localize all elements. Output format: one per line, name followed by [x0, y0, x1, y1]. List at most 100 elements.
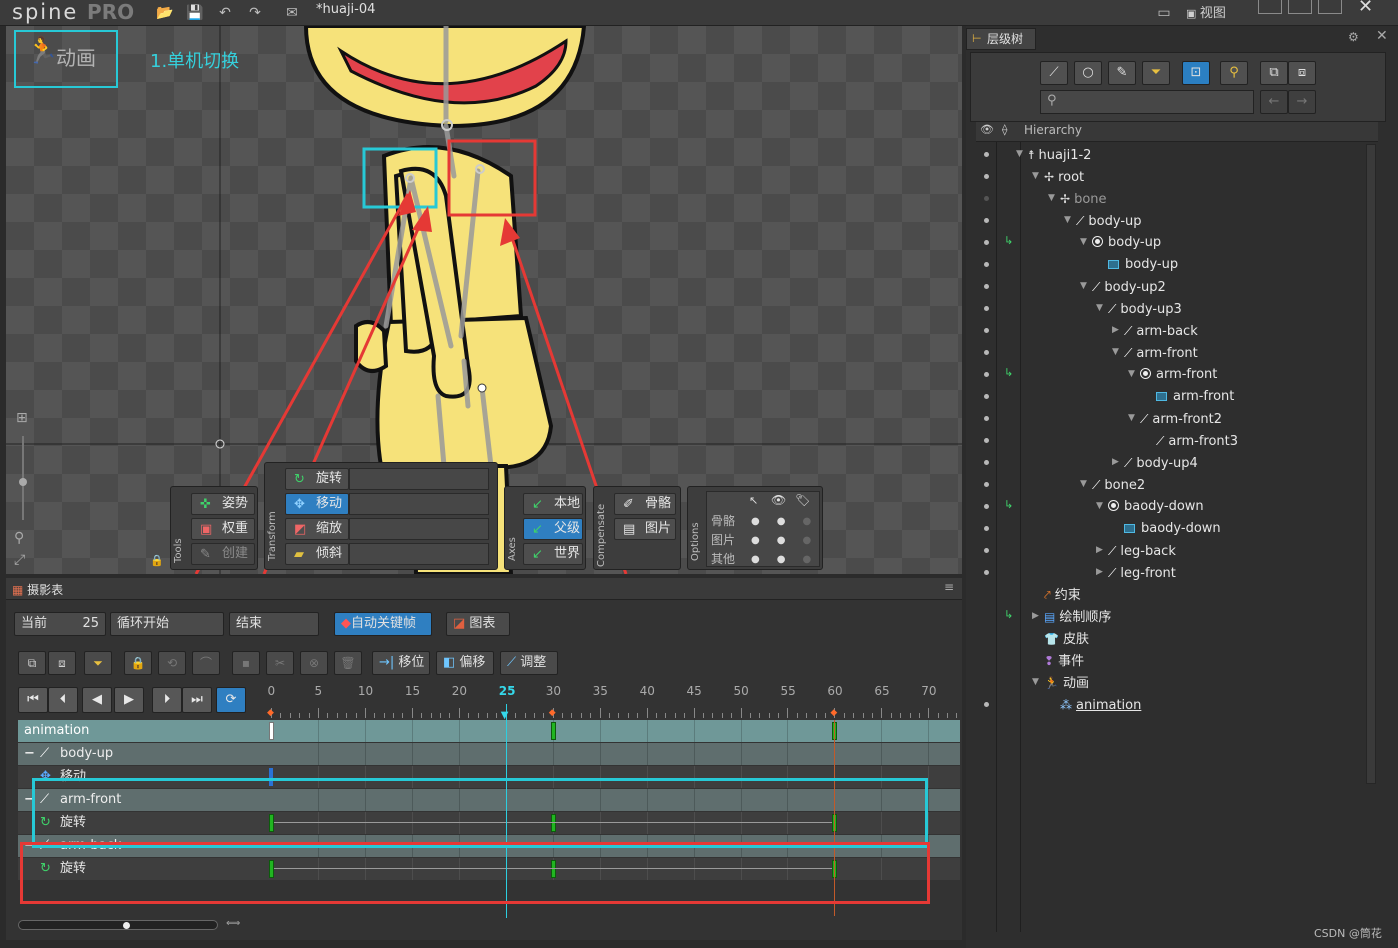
collapse-icon[interactable]: −	[24, 743, 35, 764]
tree-item[interactable]: 🏃 动画	[1044, 672, 1089, 694]
current-frame-marker[interactable]: ▼	[501, 710, 509, 721]
offset-button[interactable]: →| 移位	[372, 651, 430, 675]
tree-item[interactable]: 👕 皮肤	[1044, 628, 1089, 650]
tree-scrollbar[interactable]	[1366, 144, 1376, 784]
mail-icon[interactable]: ✉	[282, 3, 302, 23]
tree-item[interactable]: body-up	[1092, 232, 1161, 254]
expand-arrow-icon[interactable]: ▼	[1032, 171, 1039, 181]
view-menu[interactable]: ▣ 视图	[1186, 2, 1226, 21]
visibility-dot[interactable]	[984, 350, 989, 355]
tree-find-icon[interactable]: ⚲	[1220, 61, 1248, 85]
paste-icon[interactable]: ⧈	[48, 651, 76, 675]
clear-icon[interactable]: ⊗	[300, 651, 328, 675]
tree-item[interactable]: ✢ root	[1044, 166, 1084, 188]
visibility-dot[interactable]	[984, 526, 989, 531]
tree-item[interactable]: ✢ bone	[1060, 188, 1107, 210]
end-frame-control[interactable]: 结束	[229, 612, 319, 636]
create-button[interactable]: ✎ 创建	[191, 543, 255, 565]
tree-item[interactable]: ⟋ body-up	[1076, 210, 1142, 232]
close-icon[interactable]: ✕	[1358, 0, 1373, 17]
expand-arrow-icon[interactable]: ▼	[1032, 677, 1039, 687]
tree-next-icon[interactable]: →	[1288, 90, 1316, 114]
loop-playback-icon[interactable]: ⟳	[216, 687, 246, 713]
next-frame-icon[interactable]: ⏵	[152, 687, 182, 713]
minimize-button[interactable]	[1258, 0, 1282, 14]
lock-icon[interactable]: 🔒	[150, 554, 164, 567]
axes-world-button[interactable]: ↙ 世界	[523, 543, 583, 565]
keyframe[interactable]	[550, 722, 556, 740]
tree-item[interactable]: baody-down	[1124, 518, 1221, 540]
fit-view-icon[interactable]: ⤢	[14, 552, 25, 568]
expand-arrow-icon[interactable]: ▼	[1016, 149, 1023, 159]
visibility-dot[interactable]	[984, 702, 989, 707]
previous-frame-icon[interactable]: ⏴	[48, 687, 78, 713]
tree-item[interactable]: ⟋ leg-back	[1108, 540, 1176, 562]
tree-filter-slots-icon[interactable]: ○	[1074, 61, 1102, 85]
curve-icon[interactable]: ⌒	[192, 651, 220, 675]
timeline-animation-row[interactable]: animation	[18, 720, 960, 742]
key-indicator-icon[interactable]: ↳	[1004, 366, 1013, 379]
save-icon[interactable]: 💾	[185, 3, 205, 23]
dopesheet-tab[interactable]: ▦ 摄影表	[12, 581, 63, 598]
visibility-dot[interactable]	[984, 460, 989, 465]
collapsed-arrow-icon[interactable]: ▶	[1112, 325, 1119, 335]
tree-item[interactable]: ☨ huaji1-2	[1028, 144, 1091, 166]
collapsed-arrow-icon[interactable]: ▶	[1032, 611, 1039, 621]
key-indicator-icon[interactable]: ↳	[1004, 608, 1013, 621]
adjust-button[interactable]: ⟋ 调整	[500, 651, 558, 675]
visibility-dot[interactable]	[984, 416, 989, 421]
tree-settings-icon[interactable]: ⚙	[1348, 30, 1359, 44]
play-icon[interactable]: ▶	[114, 687, 144, 713]
loop-icon[interactable]: ⟲	[158, 651, 186, 675]
play-reverse-icon[interactable]: ◀	[82, 687, 112, 713]
delete-icon[interactable]: 🗑	[334, 651, 362, 675]
current-frame-value[interactable]: 25	[82, 613, 99, 635]
tree-item[interactable]: ⟋ body-up4	[1124, 452, 1198, 474]
redo-icon[interactable]: ↷	[245, 3, 265, 23]
visibility-dot[interactable]	[984, 152, 989, 157]
visibility-dot[interactable]	[984, 482, 989, 487]
visibility-dot[interactable]	[984, 328, 989, 333]
undo-icon[interactable]: ↶	[215, 3, 235, 23]
jump-end-icon[interactable]: ⏭	[182, 687, 212, 713]
visibility-dot[interactable]	[984, 284, 989, 289]
tree-focus-icon[interactable]: ⊡	[1182, 61, 1210, 85]
tree-prev-icon[interactable]: ←	[1260, 90, 1288, 114]
expand-arrow-icon[interactable]: ▼	[1112, 347, 1119, 357]
tree-item[interactable]: ⟋ arm-back	[1124, 320, 1198, 342]
scale-value-field[interactable]	[349, 518, 489, 540]
expand-arrow-icon[interactable]: ▼	[1080, 237, 1087, 247]
restore-button[interactable]	[1288, 0, 1312, 14]
tree-item[interactable]: ⟋ body-up3	[1108, 298, 1182, 320]
visibility-dot[interactable]	[984, 240, 989, 245]
key-copy-icon[interactable]: ▪	[232, 651, 260, 675]
shear-value-field[interactable]	[349, 543, 489, 565]
tree-item[interactable]: ⁂ animation	[1060, 694, 1141, 716]
visibility-dot[interactable]	[984, 218, 989, 223]
cut-icon[interactable]: ✂	[266, 651, 294, 675]
timeline-zoom-scroll[interactable]	[18, 920, 218, 930]
zoom-slider-handle[interactable]	[19, 478, 27, 486]
tree-paste-icon[interactable]: ⧈	[1288, 61, 1316, 85]
tree-search-input[interactable]: ⚲	[1040, 90, 1254, 114]
tree-item[interactable]: body-up	[1108, 254, 1178, 276]
key-indicator-icon[interactable]: ↳	[1004, 234, 1013, 247]
visibility-dot[interactable]	[984, 174, 989, 179]
timeline-ruler[interactable]: 0 5 10 15 20 25 30 35 40 45 50 55 60 65 70 ◆ ◆ ◆	[258, 684, 958, 720]
fit-timeline-icon[interactable]: ⟺	[226, 918, 240, 929]
tree-item[interactable]: ⟋ leg-front	[1108, 562, 1176, 584]
expand-arrow-icon[interactable]: ▼	[1128, 413, 1135, 423]
expand-arrow-icon[interactable]: ▼	[1128, 369, 1135, 379]
axes-parent-button[interactable]: ↙ 父级	[523, 518, 583, 540]
current-frame-control[interactable]: 当前 25	[14, 612, 106, 636]
visibility-dot[interactable]	[984, 372, 989, 377]
visibility-dot[interactable]	[984, 438, 989, 443]
visibility-dot[interactable]	[984, 570, 989, 575]
tree-item[interactable]: ⟋ bone2	[1092, 474, 1145, 496]
auto-key-button[interactable]: ◆自动关键帧	[334, 612, 432, 636]
tree-item[interactable]: arm-front	[1140, 364, 1217, 386]
pose-button[interactable]: ✜ 姿势	[191, 493, 255, 515]
expand-arrow-icon[interactable]: ▼	[1096, 303, 1103, 313]
timeline-bone-row[interactable]: − ⟋ body-up	[18, 743, 960, 765]
tree-tab[interactable]: ⊢ 层级树	[966, 28, 1036, 50]
